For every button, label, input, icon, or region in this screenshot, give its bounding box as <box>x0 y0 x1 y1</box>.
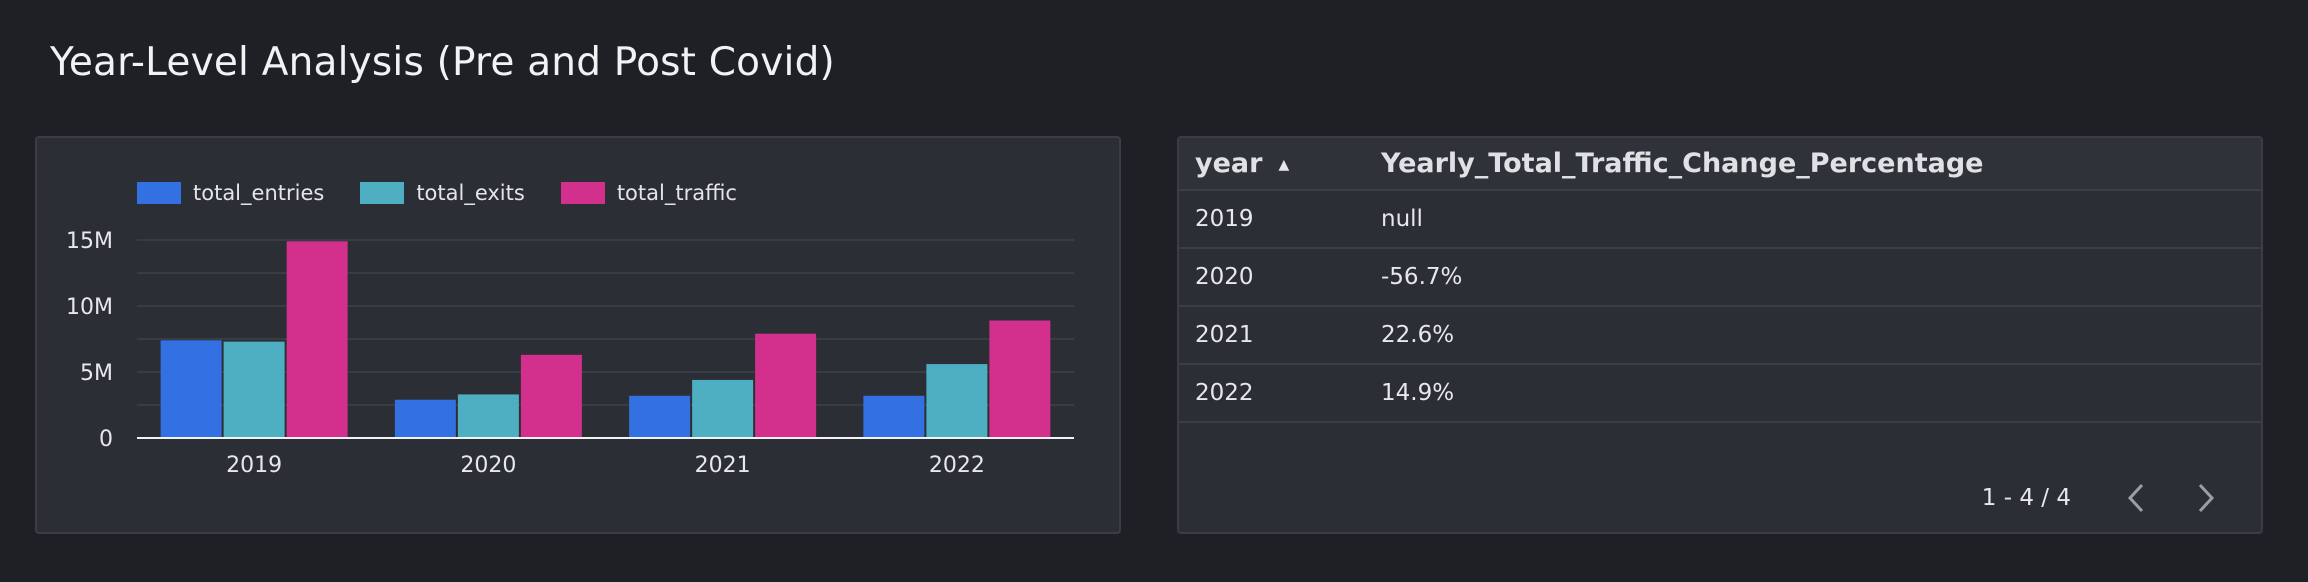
chevron-left-icon <box>2127 483 2144 513</box>
y-tick-label: 5M <box>80 361 113 386</box>
bar-total-traffic-2019 <box>286 241 348 438</box>
sort-ascending-icon[interactable]: ▲ <box>1278 157 1289 173</box>
chart-panel: total_entries total_exits total_traffic … <box>35 136 1121 534</box>
y-tick-label: 15M <box>66 229 113 254</box>
table-row[interactable]: 2019 null <box>1179 189 2261 248</box>
next-page-button[interactable] <box>2171 478 2241 518</box>
y-tick-label: 0 <box>99 427 113 452</box>
table-cell-change: -56.7% <box>1365 247 2261 306</box>
table-row[interactable]: 2022 14.9% <box>1179 363 2261 423</box>
table-cell-year: 2022 <box>1179 363 1365 423</box>
x-tick-label: 2019 <box>226 453 282 478</box>
bar-total-entries-2021 <box>629 395 691 438</box>
x-tick-label: 2021 <box>695 453 751 478</box>
table-cell-year: 2021 <box>1179 305 1365 364</box>
bar-total-traffic-2020 <box>520 354 582 438</box>
x-tick-label: 2020 <box>460 453 516 478</box>
bar-total-exits-2021 <box>692 379 754 438</box>
table-row[interactable]: 2021 22.6% <box>1179 305 2261 364</box>
bar-total-traffic-2022 <box>989 320 1051 438</box>
bar-total-traffic-2021 <box>755 333 817 438</box>
bar-total-exits-2019 <box>223 341 285 438</box>
y-tick-label: 10M <box>66 295 113 320</box>
table-cell-year: 2019 <box>1179 189 1365 248</box>
bar-chart: 0 5M 10M 15M 2019 2020 2021 2022 <box>66 229 1074 478</box>
table-cell-change: null <box>1365 189 2261 248</box>
table-cell-year: 2020 <box>1179 247 1365 306</box>
bar-total-entries-2020 <box>394 399 456 438</box>
table-header-row: year ▲ Yearly_Total_Traffic_Change_Percen… <box>1179 138 2261 190</box>
table-row[interactable]: 2020 -56.7% <box>1179 247 2261 306</box>
bar-total-entries-2019 <box>160 340 222 438</box>
bar-total-exits-2022 <box>926 364 988 438</box>
chevron-right-icon <box>2198 483 2215 513</box>
table-panel: year ▲ Yearly_Total_Traffic_Change_Percen… <box>1177 136 2263 534</box>
pagination-range: 1 - 4 / 4 <box>1981 485 2071 511</box>
column-header-year[interactable]: year ▲ <box>1179 138 1365 190</box>
column-header-year-label: year <box>1195 148 1263 179</box>
data-table: year ▲ Yearly_Total_Traffic_Change_Percen… <box>1179 138 2261 423</box>
bar-total-exits-2020 <box>457 394 519 438</box>
page-title: Year-Level Analysis (Pre and Post Covid) <box>50 40 835 85</box>
column-header-change-percentage[interactable]: Yearly_Total_Traffic_Change_Percentage <box>1365 138 2261 190</box>
pagination: 1 - 4 / 4 <box>1982 478 2241 518</box>
x-tick-label: 2022 <box>929 453 985 478</box>
previous-page-button[interactable] <box>2101 478 2171 518</box>
table-cell-change: 14.9% <box>1365 363 2261 423</box>
table-cell-change: 22.6% <box>1365 305 2261 364</box>
bar-total-entries-2022 <box>863 395 925 438</box>
